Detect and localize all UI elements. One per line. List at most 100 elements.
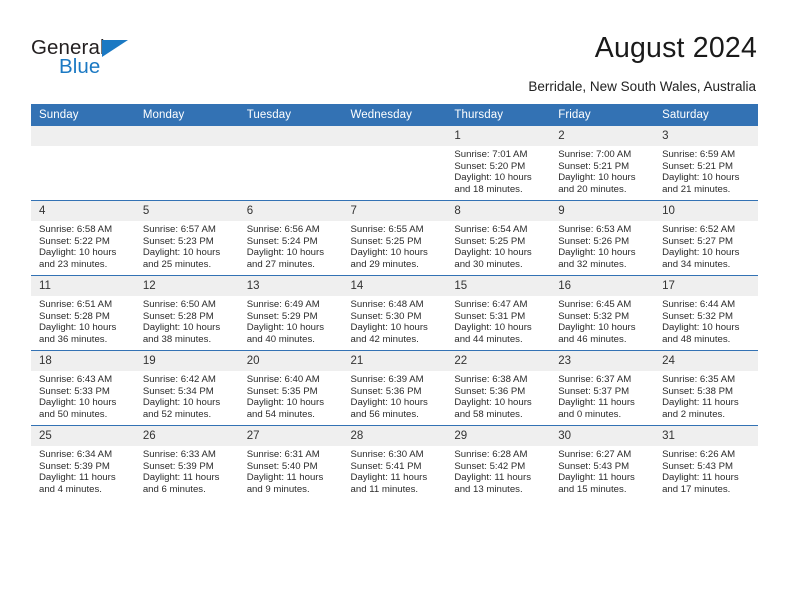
calendar-day-cell[interactable]: 4 Sunrise: 6:58 AM Sunset: 5:22 PM Daylight… (31, 200, 135, 276)
day-number (238, 126, 343, 146)
sunset-text: Sunset: 5:38 PM (662, 385, 733, 397)
day-details: Sunrise: 7:01 AM Sunset: 5:20 PM Daylight:… (446, 146, 550, 195)
daylight-text: Daylight: 10 hours and 52 minutes. (142, 397, 221, 420)
sunset-text: Sunset: 5:30 PM (350, 310, 422, 322)
sunrise-text: Sunrise: 6:39 AM (350, 374, 424, 385)
sunrise-text: Sunrise: 6:57 AM (142, 224, 216, 235)
calendar-day-cell[interactable]: 28 Sunrise: 6:30 AM Sunset: 5:41 PM Dayligh… (342, 425, 447, 500)
day-number: 14 (342, 276, 447, 296)
calendar-day-cell[interactable]: 3 Sunrise: 6:59 AM Sunset: 5:21 PM Daylight… (654, 126, 758, 201)
daylight-text: Daylight: 10 hours and 40 minutes. (246, 322, 325, 345)
calendar-day-cell[interactable]: 2 Sunrise: 7:00 AM Sunset: 5:21 PM Daylight… (550, 126, 655, 201)
column-header-thursday: Thursday (446, 104, 551, 126)
calendar-day-cell[interactable]: 29 Sunrise: 6:28 AM Sunset: 5:42 PM Dayligh… (446, 425, 551, 500)
day-details: Sunrise: 6:45 AM Sunset: 5:32 PM Daylight:… (550, 296, 654, 345)
calendar-day-cell[interactable]: 21 Sunrise: 6:39 AM Sunset: 5:36 PM Dayligh… (342, 350, 447, 426)
sunrise-text: Sunrise: 7:00 AM (558, 149, 632, 160)
calendar-day-cell[interactable]: 27 Sunrise: 6:31 AM Sunset: 5:40 PM Dayligh… (238, 425, 343, 500)
calendar-day-cell[interactable]: 13 Sunrise: 6:49 AM Sunset: 5:29 PM Dayligh… (238, 275, 343, 351)
day-number: 30 (550, 426, 655, 446)
daylight-text: Daylight: 10 hours and 44 minutes. (454, 322, 532, 345)
calendar-day-cell[interactable]: 22 Sunrise: 6:38 AM Sunset: 5:36 PM Dayligh… (446, 350, 551, 426)
day-details: Sunrise: 6:47 AM Sunset: 5:31 PM Daylight:… (446, 296, 550, 345)
daylight-text: Daylight: 11 hours and 9 minutes. (246, 472, 324, 495)
day-number: 17 (654, 276, 758, 296)
calendar-day-cell[interactable]: 25 Sunrise: 6:34 AM Sunset: 5:39 PM Dayligh… (31, 425, 135, 500)
calendar-day-cell[interactable]: 31 Sunrise: 6:26 AM Sunset: 5:43 PM Dayligh… (654, 425, 758, 500)
daylight-text: Daylight: 10 hours and 21 minutes. (662, 172, 740, 195)
calendar-day-cell[interactable]: 17 Sunrise: 6:44 AM Sunset: 5:32 PM Dayligh… (654, 275, 758, 351)
calendar-day-cell[interactable]: 6 Sunrise: 6:56 AM Sunset: 5:24 PM Daylight… (238, 200, 343, 276)
calendar-day-cell[interactable]: 7 Sunrise: 6:55 AM Sunset: 5:25 PM Daylight… (342, 200, 447, 276)
column-header-saturday: Saturday (654, 104, 758, 126)
day-number: 25 (31, 426, 135, 446)
daylight-text: Daylight: 11 hours and 13 minutes. (454, 472, 531, 495)
sunrise-text: Sunrise: 6:34 AM (39, 449, 113, 460)
sunset-text: Sunset: 5:42 PM (454, 460, 526, 472)
sunset-text: Sunset: 5:25 PM (454, 235, 526, 247)
day-number: 3 (654, 126, 758, 146)
calendar-day-cell[interactable]: 20 Sunrise: 6:40 AM Sunset: 5:35 PM Dayligh… (238, 350, 343, 426)
daylight-text: Daylight: 10 hours and 50 minutes. (39, 397, 117, 420)
calendar-day-cell[interactable]: 16 Sunrise: 6:45 AM Sunset: 5:32 PM Dayligh… (550, 275, 655, 351)
sunset-text: Sunset: 5:22 PM (39, 235, 110, 247)
day-details: Sunrise: 6:56 AM Sunset: 5:24 PM Daylight:… (239, 221, 343, 270)
day-details: Sunrise: 6:43 AM Sunset: 5:33 PM Daylight:… (31, 371, 135, 420)
daylight-text: Daylight: 11 hours and 11 minutes. (350, 472, 428, 495)
daylight-text: Daylight: 10 hours and 56 minutes. (350, 397, 428, 420)
calendar-day-cell[interactable]: 14 Sunrise: 6:48 AM Sunset: 5:30 PM Dayligh… (342, 275, 447, 351)
daylight-text: Daylight: 10 hours and 29 minutes. (350, 247, 428, 270)
day-details: Sunrise: 6:37 AM Sunset: 5:37 PM Daylight:… (550, 371, 654, 420)
sunrise-text: Sunrise: 6:51 AM (39, 299, 113, 310)
day-number (31, 126, 135, 146)
day-details: Sunrise: 6:38 AM Sunset: 5:36 PM Daylight:… (446, 371, 550, 420)
calendar-day-cell[interactable]: 15 Sunrise: 6:47 AM Sunset: 5:31 PM Dayligh… (446, 275, 551, 351)
sunrise-text: Sunrise: 6:43 AM (39, 374, 113, 385)
triangle-icon (102, 40, 128, 57)
sunset-text: Sunset: 5:26 PM (558, 235, 630, 247)
daylight-text: Daylight: 10 hours and 42 minutes. (350, 322, 428, 345)
calendar-day-cell[interactable]: 30 Sunrise: 6:27 AM Sunset: 5:43 PM Dayligh… (550, 425, 655, 500)
sunrise-text: Sunrise: 6:42 AM (142, 374, 216, 385)
sunset-text: Sunset: 5:28 PM (142, 310, 214, 322)
day-details: Sunrise: 6:55 AM Sunset: 5:25 PM Daylight:… (343, 221, 447, 270)
sunrise-text: Sunrise: 6:56 AM (246, 224, 320, 235)
calendar-day-cell[interactable]: 11 Sunrise: 6:51 AM Sunset: 5:28 PM Dayligh… (31, 275, 135, 351)
calendar-day-cell[interactable]: 5 Sunrise: 6:57 AM Sunset: 5:23 PM Daylight… (134, 200, 239, 276)
calendar-day-cell[interactable]: 19 Sunrise: 6:42 AM Sunset: 5:34 PM Dayligh… (134, 350, 239, 426)
daylight-text: Daylight: 10 hours and 36 minutes. (39, 322, 117, 345)
calendar-day-cell[interactable]: 9 Sunrise: 6:53 AM Sunset: 5:26 PM Daylight… (550, 200, 655, 276)
daylight-text: Daylight: 11 hours and 15 minutes. (558, 472, 635, 495)
day-details: Sunrise: 6:31 AM Sunset: 5:40 PM Daylight:… (239, 446, 343, 495)
calendar-day-cell[interactable]: 8 Sunrise: 6:54 AM Sunset: 5:25 PM Daylight… (446, 200, 551, 276)
calendar-day-cell[interactable]: 23 Sunrise: 6:37 AM Sunset: 5:37 PM Dayligh… (550, 350, 655, 426)
day-details: Sunrise: 6:30 AM Sunset: 5:41 PM Daylight:… (343, 446, 447, 495)
sunset-text: Sunset: 5:27 PM (662, 235, 733, 247)
sunset-text: Sunset: 5:25 PM (350, 235, 422, 247)
calendar-day-cell[interactable]: 12 Sunrise: 6:50 AM Sunset: 5:28 PM Dayligh… (134, 275, 239, 351)
sunrise-text: Sunrise: 6:30 AM (350, 449, 424, 460)
sunrise-text: Sunrise: 6:59 AM (662, 149, 736, 160)
sunset-text: Sunset: 5:39 PM (39, 460, 110, 472)
day-details: Sunrise: 6:33 AM Sunset: 5:39 PM Daylight:… (135, 446, 239, 495)
calendar-day-cell[interactable]: 26 Sunrise: 6:33 AM Sunset: 5:39 PM Dayligh… (134, 425, 239, 500)
calendar-page: General Blue August 2024 Berridale, New … (0, 0, 792, 612)
calendar-week-row: 11 Sunrise: 6:51 AM Sunset: 5:28 PM Dayligh… (31, 275, 758, 351)
calendar-day-cell[interactable]: 1 Sunrise: 7:01 AM Sunset: 5:20 PM Daylight… (446, 126, 551, 201)
daylight-text: Daylight: 11 hours and 6 minutes. (142, 472, 220, 495)
sunset-text: Sunset: 5:36 PM (454, 385, 526, 397)
daylight-text: Daylight: 10 hours and 34 minutes. (662, 247, 740, 270)
sunset-text: Sunset: 5:32 PM (662, 310, 733, 322)
daylight-text: Daylight: 10 hours and 54 minutes. (246, 397, 325, 420)
calendar-week-row: 25 Sunrise: 6:34 AM Sunset: 5:39 PM Dayligh… (31, 425, 758, 500)
day-number (134, 126, 239, 146)
calendar-day-cell[interactable]: 24 Sunrise: 6:35 AM Sunset: 5:38 PM Dayligh… (654, 350, 758, 426)
calendar-day-cell[interactable]: 18 Sunrise: 6:43 AM Sunset: 5:33 PM Dayligh… (31, 350, 135, 426)
page-header: General Blue August 2024 Berridale, New … (0, 0, 792, 100)
brand-logo[interactable]: General Blue (31, 36, 231, 82)
sunrise-text: Sunrise: 6:45 AM (558, 299, 632, 310)
calendar-day-cell[interactable]: 10 Sunrise: 6:52 AM Sunset: 5:27 PM Dayligh… (654, 200, 758, 276)
day-number: 10 (654, 201, 758, 221)
sunrise-text: Sunrise: 6:53 AM (558, 224, 632, 235)
sunrise-text: Sunrise: 6:49 AM (246, 299, 320, 310)
